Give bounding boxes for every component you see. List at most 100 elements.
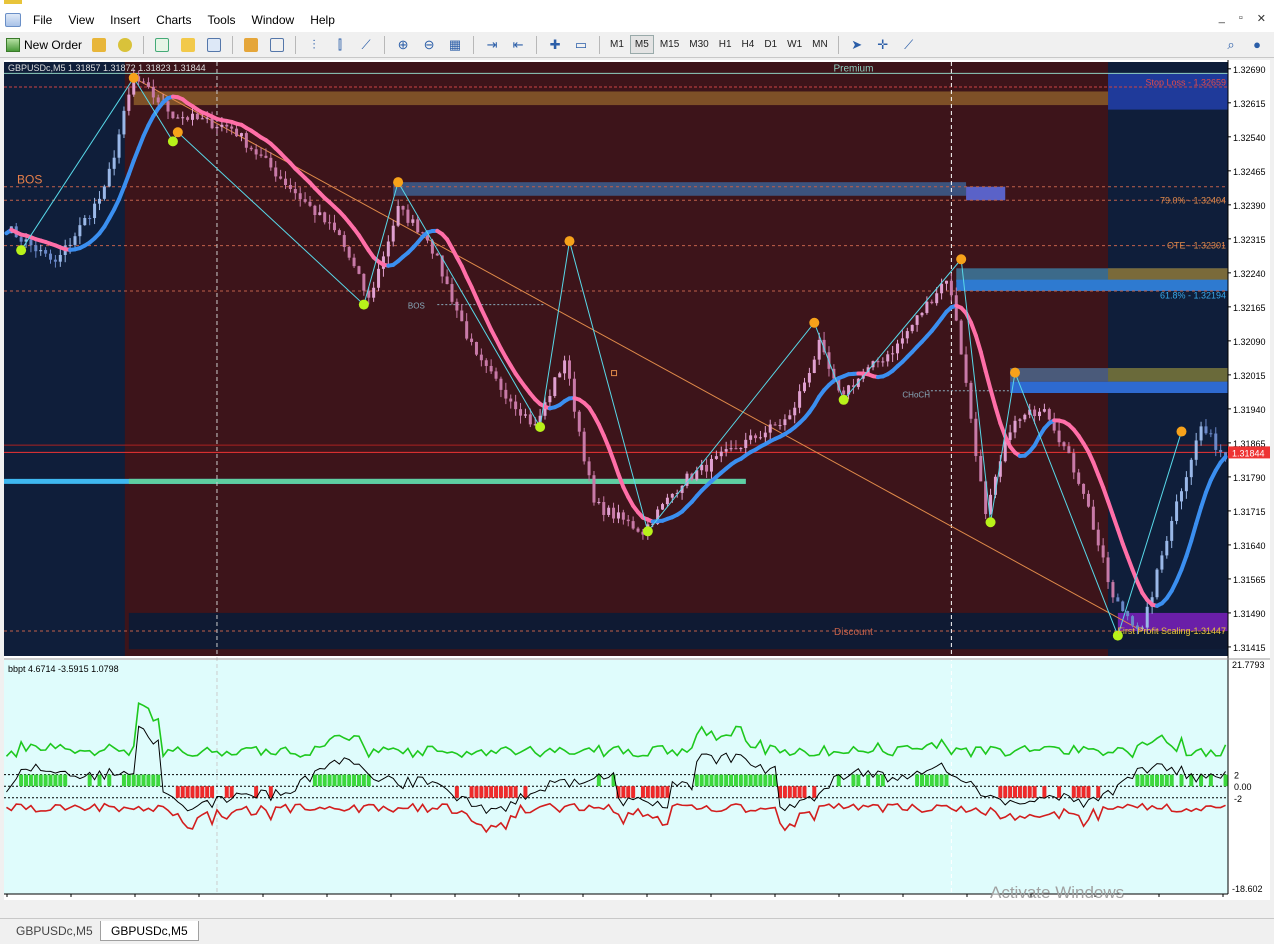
menu-window[interactable]: Window [246, 13, 305, 27]
histogram-bar-down [1096, 786, 1101, 798]
bar-chart-icon[interactable]: ⫶ [303, 34, 325, 56]
histogram-bar-up [714, 774, 719, 787]
candle-body [636, 528, 640, 532]
zoom-out-icon[interactable]: ⊖ [418, 34, 440, 56]
histogram-bar-up [1164, 774, 1169, 787]
indicator-min-label: -18.602 [1232, 884, 1263, 894]
fit-window-icon[interactable] [266, 34, 288, 56]
histogram-bar-down [1086, 786, 1091, 798]
candle-body [122, 110, 126, 135]
histogram-bar-down [631, 786, 636, 798]
histogram-bar-down [508, 786, 513, 798]
line-studies-icon[interactable]: ⟋ [898, 34, 920, 56]
candle-body [171, 111, 175, 119]
crosshair-icon[interactable]: ✛ [872, 34, 894, 56]
search-icon[interactable]: ⌕ [1220, 34, 1242, 56]
tile-windows-icon[interactable]: ▦ [444, 34, 466, 56]
candle-body [347, 246, 351, 258]
histogram-bar-up [880, 774, 885, 787]
histogram-bar-up [763, 774, 768, 787]
new-order-button[interactable]: New Order [4, 34, 86, 56]
timeframe-w1[interactable]: W1 [783, 36, 806, 53]
chart-canvas[interactable]: Premium Discount BOS BOS CHoCH Stop Loss - 1.… [4, 60, 1270, 900]
menu-charts[interactable]: Charts [150, 13, 201, 27]
activation-watermark: Activate Windows [990, 883, 1124, 900]
navigator-icon[interactable] [203, 34, 225, 56]
restore-button[interactable]: ▫ [1239, 12, 1243, 25]
candle-body [474, 341, 478, 355]
histogram-bar-up [136, 774, 141, 787]
candle-body [142, 81, 146, 83]
templates-icon[interactable]: ▭ [570, 34, 592, 56]
histogram-bar-up [719, 774, 724, 787]
candle-body [631, 521, 635, 529]
separator [599, 35, 601, 54]
histogram-bar-down [513, 786, 518, 798]
separator [295, 35, 297, 54]
candle-body [959, 320, 963, 355]
timeframe-m1[interactable]: M1 [606, 36, 628, 53]
favorites-icon[interactable] [177, 34, 199, 56]
autoscroll-icon[interactable]: ⇤ [507, 34, 529, 56]
timeframe-d1[interactable]: D1 [760, 36, 781, 53]
new-order-icon [6, 37, 20, 52]
candle-body [876, 361, 880, 363]
candle-body [93, 203, 97, 219]
histogram-bar-down [1003, 786, 1008, 798]
candle-body [416, 219, 420, 233]
swing-high-marker [1176, 426, 1187, 437]
histogram-bar-down [1057, 786, 1062, 798]
swing-low-marker [16, 245, 27, 256]
menu-file[interactable]: File [27, 13, 62, 27]
candle-body [807, 372, 811, 383]
histogram-bar-down [229, 786, 234, 798]
line-chart-icon[interactable]: ⟋ [355, 34, 377, 56]
candle-body [1145, 606, 1149, 628]
chart-window[interactable]: Premium Discount BOS BOS CHoCH Stop Loss - 1.… [4, 60, 1270, 900]
chart-tabs: GBPUSDc,M5 GBPUSDc,M5 [0, 918, 1274, 944]
candle-body [587, 461, 591, 476]
timeframe-m5[interactable]: M5 [629, 35, 654, 54]
histogram-bar-up [743, 774, 748, 787]
eraser-icon[interactable] [240, 34, 262, 56]
chart-tab-active[interactable]: GBPUSDc,M5 [100, 921, 199, 941]
histogram-bar-up [738, 774, 743, 787]
menu-help[interactable]: Help [304, 13, 345, 27]
minimize-button[interactable]: _ [1219, 12, 1225, 25]
candle-body [758, 437, 762, 439]
cursor-icon[interactable]: ➤ [846, 34, 868, 56]
community-icon[interactable]: ● [1246, 34, 1268, 56]
menu-tools[interactable]: Tools [202, 13, 246, 27]
candle-body [58, 254, 62, 262]
market-watch-icon[interactable] [151, 34, 173, 56]
candle-body [558, 373, 562, 378]
candlestick-icon[interactable]: ⫿ [329, 34, 351, 56]
timeframe-h1[interactable]: H1 [715, 36, 736, 53]
histogram-bar-up [87, 774, 92, 787]
indicators-icon[interactable]: ✚ [544, 34, 566, 56]
timeframe-m15[interactable]: M15 [656, 36, 683, 53]
candle-body [484, 360, 488, 366]
menu-view[interactable]: View [62, 13, 104, 27]
close-button[interactable]: ✕ [1257, 12, 1266, 25]
candle-body [621, 512, 625, 520]
histogram-bar-down [1032, 786, 1037, 798]
zoom-in-icon[interactable]: ⊕ [392, 34, 414, 56]
timeframe-mn[interactable]: MN [808, 36, 832, 53]
price-tick-label: 1.31790 [1233, 473, 1266, 483]
histogram-bar-up [768, 774, 773, 787]
histogram-bar-up [1140, 774, 1145, 787]
menu-insert[interactable]: Insert [104, 13, 150, 27]
swing-low-marker [535, 422, 546, 433]
history-center-icon[interactable] [88, 34, 110, 56]
timeframe-m30[interactable]: M30 [685, 36, 712, 53]
indicator-max-label: 21.7793 [1232, 660, 1265, 670]
candle-body [176, 117, 180, 119]
candle-body [969, 382, 973, 419]
app-icon[interactable] [5, 13, 21, 27]
chart-tab[interactable]: GBPUSDc,M5 [6, 921, 103, 941]
timeframe-h4[interactable]: H4 [738, 36, 759, 53]
histogram-bar-up [28, 774, 33, 787]
chart-shift-icon[interactable]: ⇥ [481, 34, 503, 56]
autotrading-icon[interactable] [114, 34, 136, 56]
